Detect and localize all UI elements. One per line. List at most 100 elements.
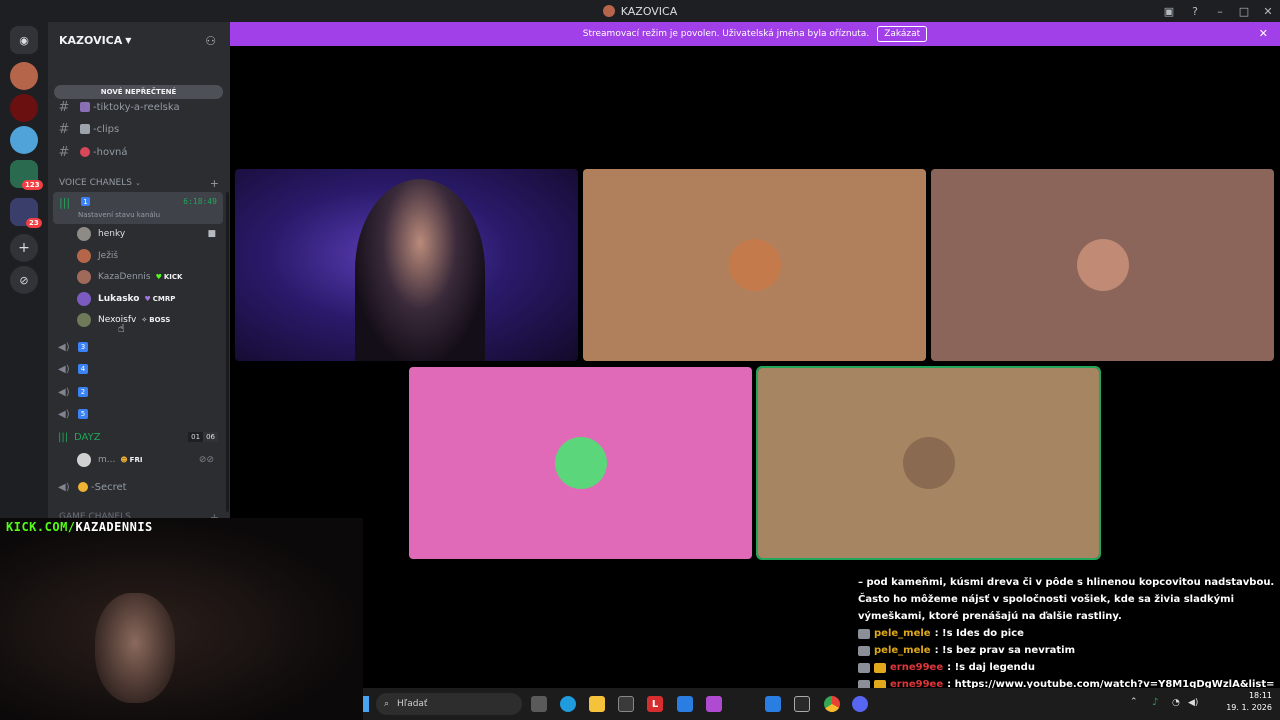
avatar <box>77 249 91 263</box>
unread-badge: 123 <box>22 180 43 190</box>
disable-streamer-mode-button[interactable]: Zakázat <box>877 26 928 42</box>
member-tag: ♥ KICK <box>156 273 183 281</box>
text-channel[interactable]: # -clips <box>54 119 222 139</box>
window-title-text: KAZOVICA <box>620 4 678 18</box>
avatar <box>77 227 91 241</box>
minimize-button[interactable]: – <box>1208 0 1232 22</box>
guild-icon[interactable] <box>10 126 38 154</box>
streamer-face <box>95 593 175 703</box>
voice-member[interactable]: KazaDennis ♥ KICK <box>77 268 222 286</box>
voice-member[interactable]: Lukasko ♥ CMRP <box>77 290 222 308</box>
call-timer: 6:18:49 <box>183 197 217 206</box>
mouse-cursor-icon: ☝ <box>118 322 125 335</box>
chevron-down-icon: ⌄ <box>134 179 141 187</box>
chat-user: pele_mele <box>874 645 931 656</box>
start-icon[interactable] <box>363 696 369 712</box>
video-tile[interactable] <box>931 169 1274 361</box>
clock-time: 18:11 <box>1248 691 1272 700</box>
channel-number: 5 <box>78 409 88 419</box>
task-view-icon[interactable] <box>531 696 547 712</box>
speaker-icon: ◀) <box>58 408 70 420</box>
sparkle-icon: ✧ <box>141 316 148 324</box>
voice-channel-dayz[interactable]: ||| DAYZ 01 06 <box>58 428 222 446</box>
pen-app-icon[interactable] <box>677 696 693 712</box>
discord-taskbar-icon[interactable] <box>852 696 868 712</box>
video-tile-speaking[interactable] <box>756 366 1101 560</box>
channel-status[interactable]: Nastavení stavu kanálu <box>78 211 160 219</box>
text-channel[interactable]: # -hovná <box>54 142 222 162</box>
store-icon[interactable] <box>618 696 634 712</box>
l-app-icon[interactable]: L <box>647 696 663 712</box>
search-icon: ⌕ <box>384 699 390 709</box>
taskbar-search[interactable]: ⌕ Hľadať <box>376 693 522 715</box>
streamer-webcam <box>0 518 363 720</box>
badge-icon <box>858 646 870 656</box>
hash-icon: # <box>58 121 70 137</box>
channel-label: -hovná <box>93 146 128 158</box>
file-explorer-icon[interactable] <box>589 696 605 712</box>
chevron-up-icon[interactable]: ⌃ <box>1130 697 1138 707</box>
channel-number: 3 <box>78 342 88 352</box>
video-tile[interactable] <box>409 367 752 559</box>
help-icon[interactable]: ? <box>1182 0 1208 22</box>
active-voice-channel[interactable]: ||| 1 6:18:49 Nastavení stavu kanálu <box>53 192 223 224</box>
chat-text: – pod kameňmi, kúsmi dreva či v pôde s h… <box>858 577 1275 622</box>
sidebar-scrollbar[interactable] <box>226 192 229 512</box>
close-icon[interactable]: ✕ <box>1259 27 1268 40</box>
voice-channel[interactable]: ◀) 4 <box>58 360 218 378</box>
maximize-button[interactable]: □ <box>1232 0 1256 22</box>
inbox-icon[interactable]: ▣ <box>1156 0 1182 22</box>
voice-member[interactable]: Nexoisfv ✧ BOSS <box>77 311 222 329</box>
channel-number: 4 <box>78 364 88 374</box>
mail-icon[interactable] <box>765 696 781 712</box>
voice-active-icon: ||| <box>59 196 71 209</box>
camera-icon: ■ <box>207 229 216 239</box>
avatar <box>77 292 91 306</box>
volume-icon[interactable]: ◀) <box>1188 698 1198 708</box>
badge-icon <box>858 629 870 639</box>
voice-channel[interactable]: ◀) 2 <box>58 383 218 401</box>
server-header[interactable]: KAZOVICA ▼ ⚇ <box>48 22 230 58</box>
add-channel-icon[interactable]: + <box>210 177 219 190</box>
member-name: henky <box>98 229 126 239</box>
search-placeholder: Hľadať <box>397 699 428 709</box>
discover-icon[interactable]: ⊘ <box>10 266 38 294</box>
speaker-icon: ◀) <box>58 341 70 353</box>
member-name: m... <box>98 455 116 465</box>
voice-channel[interactable]: ◀) 5 <box>58 405 218 423</box>
voice-channel[interactable]: ◀) 3 <box>58 338 218 356</box>
member-tag: ☻ FRI <box>120 456 142 464</box>
add-server-icon[interactable]: + <box>10 234 38 262</box>
add-user-icon[interactable]: ⚇ <box>205 34 216 48</box>
voice-category[interactable]: VOICE CHANELS ⌄ + <box>59 177 219 190</box>
chat-message: – pod kameňmi, kúsmi dreva či v pôde s h… <box>858 574 1278 625</box>
server-name: KAZOVICA <box>59 33 123 47</box>
guild-icon[interactable] <box>10 94 38 122</box>
notes-icon[interactable] <box>794 696 810 712</box>
mic-icon[interactable]: ♪ <box>1152 697 1158 708</box>
close-window-button[interactable]: ✕ <box>1256 0 1280 22</box>
chat-message: pele_mele : !s Ides do pice <box>858 625 1278 642</box>
participant-avatar <box>1076 239 1129 291</box>
voice-member[interactable]: m... ☻ FRI ⊘⊘ <box>77 451 222 469</box>
voice-active-icon: ||| <box>58 431 69 443</box>
kick-overlay-label: KICK.COM/KAZADENNIS <box>6 520 153 534</box>
participant-avatar <box>902 437 955 489</box>
chrome-icon[interactable] <box>824 696 840 712</box>
guild-icon[interactable] <box>10 62 38 90</box>
voice-member[interactable]: Ježiš <box>77 247 222 265</box>
text-channel[interactable]: # -tiktoky-a-reelska <box>54 97 222 117</box>
voice-member[interactable]: henky ■ <box>77 225 222 243</box>
system-tray-clock[interactable]: 18:11 19. 1. 2026 <box>1226 690 1272 714</box>
edge-icon[interactable] <box>560 696 576 712</box>
discord-home-icon[interactable]: ◉ <box>10 26 38 54</box>
video-tile[interactable] <box>583 169 926 361</box>
video-tile-camera[interactable] <box>235 169 578 361</box>
voice-channel-secret[interactable]: ◀) -Secret <box>58 478 218 496</box>
wifi-icon[interactable]: ◔ <box>1172 698 1180 708</box>
channel-label: -Secret <box>91 481 127 493</box>
office-icon[interactable] <box>706 696 722 712</box>
unread-badge: 23 <box>26 218 42 228</box>
member-name: Lukasko <box>98 294 140 304</box>
heart-icon: ♥ <box>144 295 151 303</box>
